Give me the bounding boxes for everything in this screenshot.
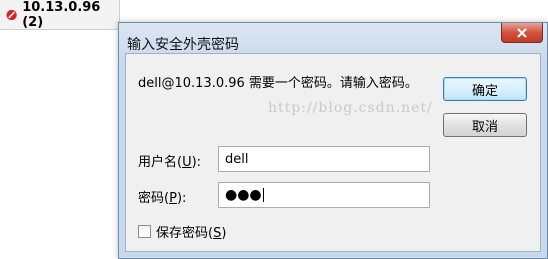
- dialog-title: 输入安全外壳密码: [127, 37, 239, 53]
- text-caret: [262, 188, 264, 202]
- connection-tab[interactable]: 10.13.0.96 (2): [0, 0, 120, 30]
- username-value: dell: [225, 151, 249, 167]
- save-password-label: 保存密码(S): [156, 226, 227, 241]
- save-password-checkbox[interactable]: [138, 225, 151, 238]
- session-panel: [0, 30, 119, 259]
- prompt-message: dell@10.13.0.96 需要一个密码。请输入密码。: [138, 76, 418, 91]
- username-label: 用户名(U):: [138, 155, 202, 170]
- cancel-button-label: 取消: [471, 119, 498, 135]
- watermark-text: http://blog.csdn.net/: [268, 100, 433, 116]
- disconnected-icon: [6, 9, 17, 20]
- dialog-body: dell@10.13.0.96 需要一个密码。请输入密码。 确定 取消 http…: [125, 53, 541, 252]
- dialog-titlebar[interactable]: 输入安全外壳密码: [119, 23, 547, 53]
- password-label: 密码(P):: [138, 191, 187, 206]
- cancel-button[interactable]: 取消: [443, 113, 527, 137]
- ok-button-label: 确定: [471, 83, 498, 99]
- password-input[interactable]: ●●●: [218, 182, 430, 208]
- tab-title: 10.13.0.96 (2): [22, 0, 101, 30]
- username-input[interactable]: dell: [218, 146, 430, 172]
- password-value: ●●●: [225, 187, 262, 203]
- save-password-option[interactable]: 保存密码(S): [138, 222, 226, 241]
- close-icon: [517, 27, 527, 38]
- password-dialog: 输入安全外壳密码 dell@10.13.0.96 需要一个密码。请输入密码。 确…: [118, 22, 548, 259]
- close-button[interactable]: [501, 23, 543, 43]
- ok-button[interactable]: 确定: [443, 77, 527, 101]
